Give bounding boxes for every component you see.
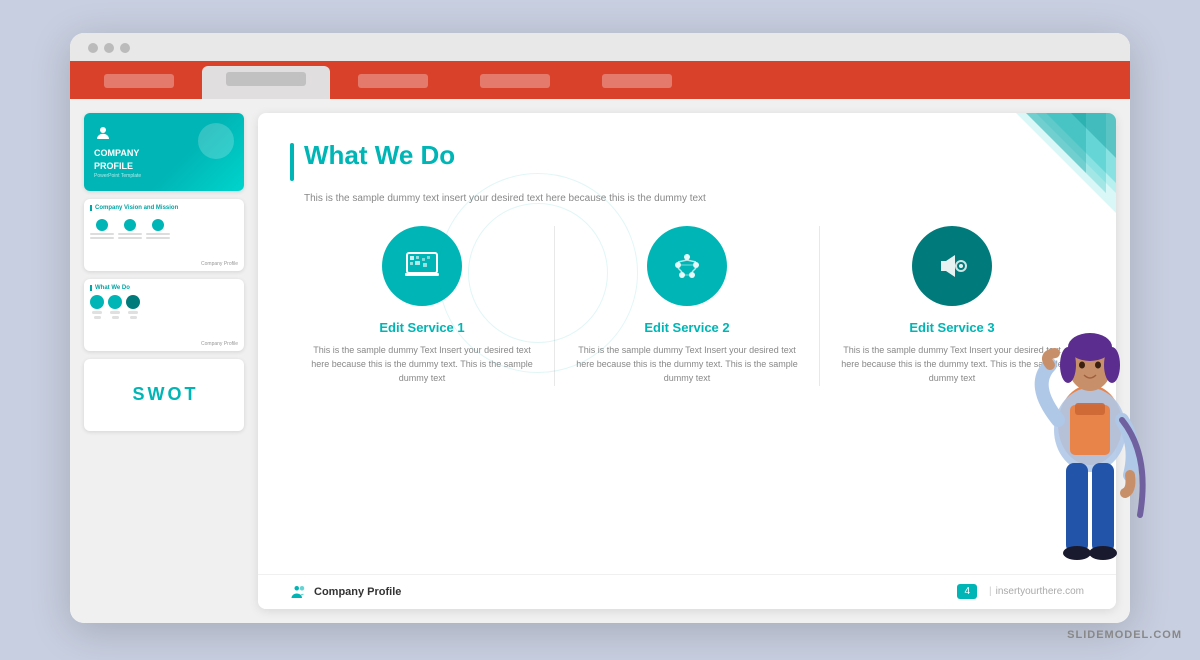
thumb-service-line-5 <box>128 311 138 314</box>
footer-logo-icon <box>290 583 308 601</box>
thumbnail-vision-mission[interactable]: Company Vision and Mission <box>84 199 244 271</box>
footer-page-number: 4 <box>957 584 977 599</box>
thumb-circle-deco <box>198 123 234 159</box>
thumb-service-line-1 <box>92 311 102 314</box>
service-title-3: Edit Service 3 <box>909 320 994 335</box>
browser-body: COMPANY PROFILE PowerPoint Template Comp… <box>70 99 1130 623</box>
footer-company-name: Company Profile <box>314 586 401 598</box>
thumb-mini-items <box>90 219 238 239</box>
service-icon-circle-3 <box>912 226 992 306</box>
thumb-mini-line-1 <box>90 233 114 235</box>
thumb-mini-item-1 <box>90 219 114 239</box>
slide-subtitle: This is the sample dummy text insert you… <box>304 191 804 206</box>
thumb-mini-circle-3 <box>152 219 164 231</box>
tab-1[interactable] <box>80 69 198 99</box>
swot-s: S <box>132 384 144 405</box>
swot-o: O <box>168 384 182 405</box>
thumb-mini-line-6 <box>146 237 170 239</box>
tab-5[interactable] <box>578 69 696 99</box>
thumb-company-subtitle: PROFILE <box>94 160 141 173</box>
service-card-2: Edit Service 2 This is the sample dummy … <box>555 226 820 386</box>
browser-chrome <box>70 33 1130 61</box>
thumb-service-line-3 <box>110 311 120 314</box>
dot-3 <box>120 43 130 53</box>
thumb-service-line-2 <box>94 316 101 319</box>
tab-2-active[interactable] <box>202 66 330 99</box>
thumb-whatwedo-header: What We Do <box>90 285 238 291</box>
thumb-service-line-6 <box>130 316 137 319</box>
tab-3[interactable] <box>334 69 452 99</box>
laptop-icon <box>401 245 443 287</box>
thumb-mini-item-3 <box>146 219 170 239</box>
slide-footer: Company Profile 4 | insertyourthere.com <box>258 574 1116 609</box>
company-icon <box>94 124 112 142</box>
thumbnail-swot[interactable]: S W O T <box>84 359 244 431</box>
service-icon-circle-2 <box>647 226 727 306</box>
service-card-1: Edit Service 1 This is the sample dummy … <box>290 226 555 386</box>
service-card-3: Edit Service 3 This is the sample dummy … <box>820 226 1084 386</box>
thumbnail-what-we-do[interactable]: What We Do <box>84 279 244 351</box>
thumb-mini-line-4 <box>118 237 142 239</box>
thumb-company-title: COMPANY <box>94 147 141 160</box>
thumb-company-sub2: PowerPoint Template <box>94 173 141 179</box>
services-grid: Edit Service 1 This is the sample dummy … <box>290 226 1084 558</box>
main-slide: What We Do This is the sample dummy text… <box>258 113 1116 609</box>
footer-logo: Company Profile <box>290 583 949 601</box>
thumbnail-company-profile[interactable]: COMPANY PROFILE PowerPoint Template <box>84 113 244 191</box>
slide-content-area: What We Do This is the sample dummy text… <box>258 113 1116 574</box>
service-title-2: Edit Service 2 <box>644 320 729 335</box>
dot-2 <box>104 43 114 53</box>
thumb-mini-line-2 <box>90 237 114 239</box>
thumb-service-icon-1 <box>90 295 104 309</box>
service-text-3: This is the sample dummy Text Insert you… <box>836 343 1068 386</box>
thumb-mini-circle-1 <box>96 219 108 231</box>
megaphone-icon <box>931 245 973 287</box>
thumb-service-icon-3 <box>126 295 140 309</box>
thumb-mini-item-2 <box>118 219 142 239</box>
service-icon-circle-1 <box>382 226 462 306</box>
thumb-vision-header: Company Vision and Mission <box>90 205 238 211</box>
footer-url: insertyourthere.com <box>996 586 1084 597</box>
thumb-service-line-4 <box>112 316 119 319</box>
tab-bar <box>70 61 1130 99</box>
browser-window: COMPANY PROFILE PowerPoint Template Comp… <box>70 33 1130 623</box>
thumb-mini-line-3 <box>118 233 142 235</box>
thumb-service-icon-2 <box>108 295 122 309</box>
service-text-2: This is the sample dummy Text Insert you… <box>571 343 803 386</box>
slidemodel-watermark: SLIDEMODEL.COM <box>1067 629 1182 641</box>
thumb-mini-line-5 <box>146 233 170 235</box>
dot-1 <box>88 43 98 53</box>
browser-dots <box>88 43 1112 53</box>
slide-header: What We Do <box>290 141 1084 181</box>
slide-accent-bar <box>290 143 294 181</box>
thumb-whatwedo-footer: Company Profile <box>201 341 238 347</box>
slide-title: What We Do <box>304 141 455 170</box>
footer-divider: | <box>989 586 992 597</box>
service-title-1: Edit Service 1 <box>379 320 464 335</box>
sidebar: COMPANY PROFILE PowerPoint Template Comp… <box>84 113 244 609</box>
service-text-1: This is the sample dummy Text Insert you… <box>306 343 538 386</box>
swot-t: T <box>185 384 196 405</box>
thumb-mini-circle-2 <box>124 219 136 231</box>
brain-network-icon <box>666 245 708 287</box>
thumb-vision-footer: Company Profile <box>201 261 238 267</box>
tab-4[interactable] <box>456 69 574 99</box>
swot-w: W <box>148 384 165 405</box>
